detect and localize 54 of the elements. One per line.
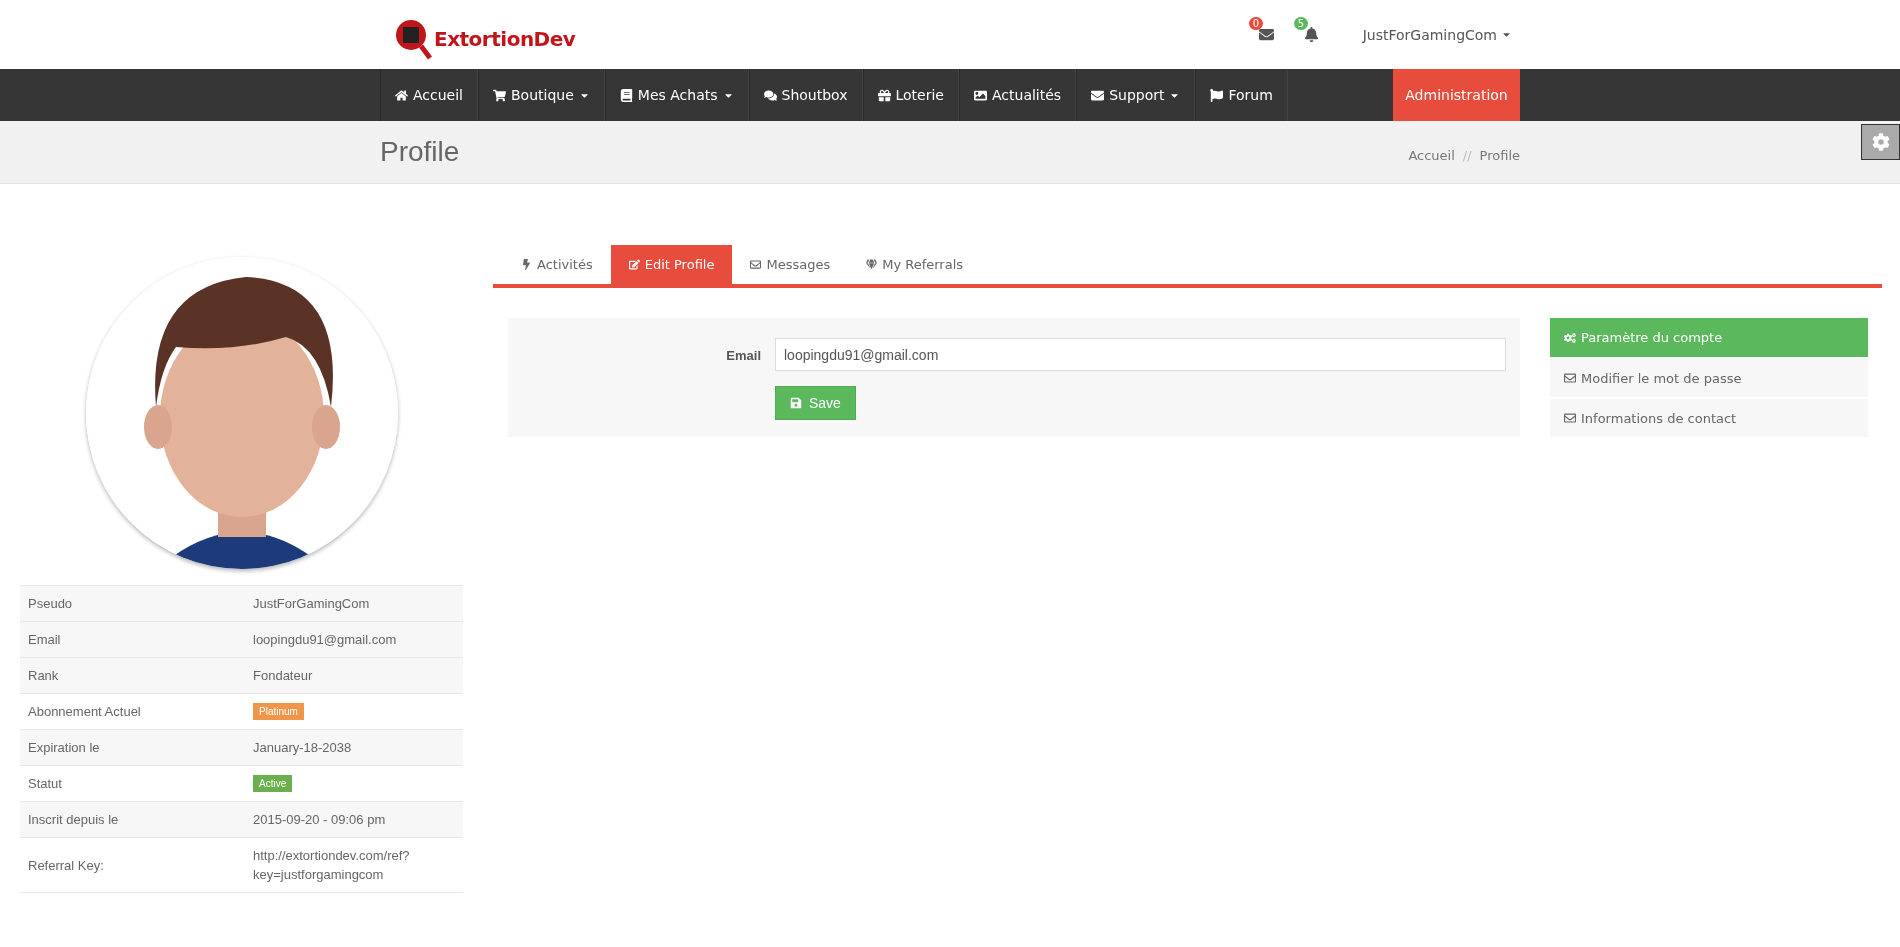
- envelope-icon: [1091, 88, 1105, 102]
- edit-icon: [628, 259, 640, 270]
- comments-icon: [763, 88, 777, 102]
- row-label: Abonnement Actuel: [28, 703, 142, 721]
- row-value: loopingdu91@gmail.com: [253, 631, 398, 649]
- envelope-icon: [750, 259, 762, 270]
- status-badge: Platinum: [253, 703, 304, 720]
- row-label: Inscrit depuis le: [28, 811, 120, 829]
- row-label: Expiration le: [28, 739, 101, 757]
- row-value: JustForGamingCom: [253, 595, 371, 613]
- row-value: Fondateur: [253, 667, 314, 685]
- logo-icon: [394, 17, 432, 60]
- gear-icon: [1871, 133, 1890, 151]
- tab[interactable]: Edit Profile: [610, 245, 733, 284]
- gears-icon: [1564, 331, 1576, 344]
- menu-item[interactable]: Modifier le mot de passe: [1550, 359, 1868, 397]
- admin-button[interactable]: Administration: [1393, 69, 1520, 121]
- image-icon: [974, 88, 987, 102]
- tab[interactable]: Activités: [503, 245, 611, 284]
- row-label: Statut: [28, 775, 63, 793]
- envelope-icon: [1564, 412, 1576, 424]
- field-label: Email: [726, 347, 761, 363]
- settings-button[interactable]: [1861, 124, 1900, 160]
- flag-icon: [1210, 88, 1224, 102]
- count-badge: 0: [1248, 17, 1263, 30]
- count-badge: 5: [1293, 17, 1308, 30]
- status-badge: Active: [253, 775, 293, 792]
- user-menu[interactable]: JustForGamingCom: [1362, 26, 1512, 43]
- row-label: Rank: [28, 667, 60, 685]
- tab[interactable]: My Referrals: [848, 245, 982, 284]
- diamond-icon: [866, 259, 878, 270]
- save-icon: [790, 397, 802, 409]
- row-label: Referral Key:: [28, 856, 105, 875]
- breadcrumb-link[interactable]: Profile: [1479, 147, 1520, 163]
- breadcrumb-link[interactable]: Accueil: [1408, 147, 1455, 163]
- bolt-icon: [521, 259, 532, 270]
- cart-icon: [493, 88, 506, 102]
- home-icon: [395, 88, 408, 102]
- email-field[interactable]: loopingdu91@gmail.com: [775, 338, 1506, 371]
- bell-icon[interactable]: [1303, 27, 1319, 42]
- book-icon: [619, 88, 633, 102]
- tab[interactable]: Messages: [732, 245, 849, 284]
- breadcrumb-separator: //: [1462, 147, 1472, 163]
- logo-text[interactable]: ExtortionDev: [434, 26, 576, 51]
- row-value: 2015-09-20 - 09:06 pm: [253, 811, 387, 829]
- menu-item[interactable]: Informations de contact: [1550, 399, 1868, 437]
- row-value: January-18-2038: [253, 739, 353, 757]
- envelope-icon[interactable]: [1258, 27, 1274, 42]
- row-label: Pseudo: [28, 595, 74, 613]
- gift-icon: [877, 88, 891, 102]
- envelope-icon: [1564, 372, 1576, 384]
- row-value: http://extortiondev.com/ref?key=justforgamingcom: [253, 847, 411, 884]
- page-title: Profile: [380, 136, 460, 168]
- row-label: Email: [28, 631, 62, 649]
